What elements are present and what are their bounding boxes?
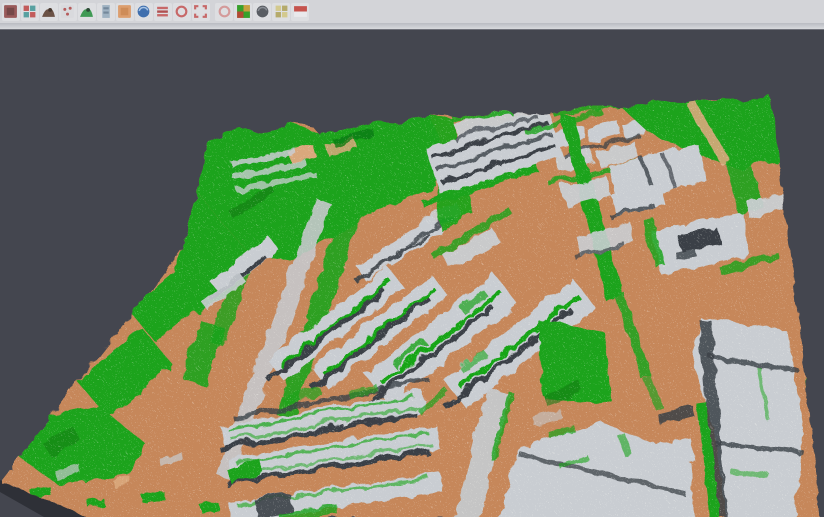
flag-split-icon: [293, 4, 308, 19]
globe-icon-button[interactable]: [135, 3, 153, 21]
matrix-icon-button[interactable]: [272, 3, 290, 21]
ortho-tile-icon-button[interactable]: [116, 3, 134, 21]
crossed-arrows-icon: [22, 4, 37, 19]
viewport-3d[interactable]: [0, 0, 824, 517]
application-window: [0, 0, 824, 517]
sphere-icon-button[interactable]: [253, 3, 271, 21]
points-icon: [60, 4, 75, 19]
globe-icon: [136, 4, 151, 19]
terrain-hill-icon: [79, 4, 94, 19]
circle-select-icon: [174, 4, 189, 19]
crossed-arrows-icon-button[interactable]: [21, 3, 39, 21]
main-toolbar: [0, 0, 824, 23]
terrain-hill-icon-button[interactable]: [78, 3, 96, 21]
flag-split-icon-button[interactable]: [291, 3, 309, 21]
extent-select-icon-button[interactable]: [192, 3, 210, 21]
layers-icon-button[interactable]: [154, 3, 172, 21]
panel-icon-button[interactable]: [97, 3, 115, 21]
ortho-tile-icon: [117, 4, 132, 19]
extent-select-icon: [193, 4, 208, 19]
classification-map-icon: [236, 4, 251, 19]
region-circle-icon-button[interactable]: [215, 3, 233, 21]
clip-tile-icon: [3, 4, 18, 19]
mountain-icon-button[interactable]: [40, 3, 58, 21]
points-icon-button[interactable]: [59, 3, 77, 21]
region-circle-icon: [217, 4, 232, 19]
sphere-icon: [255, 4, 270, 19]
classification-map-icon-button[interactable]: [234, 3, 252, 21]
circle-select-icon-button[interactable]: [173, 3, 191, 21]
clip-tile-icon-button[interactable]: [2, 3, 20, 21]
matrix-icon: [274, 4, 289, 19]
toolbar-divider: [0, 23, 824, 30]
mountain-icon: [41, 4, 56, 19]
panel-icon: [98, 4, 113, 19]
layers-icon: [155, 4, 170, 19]
